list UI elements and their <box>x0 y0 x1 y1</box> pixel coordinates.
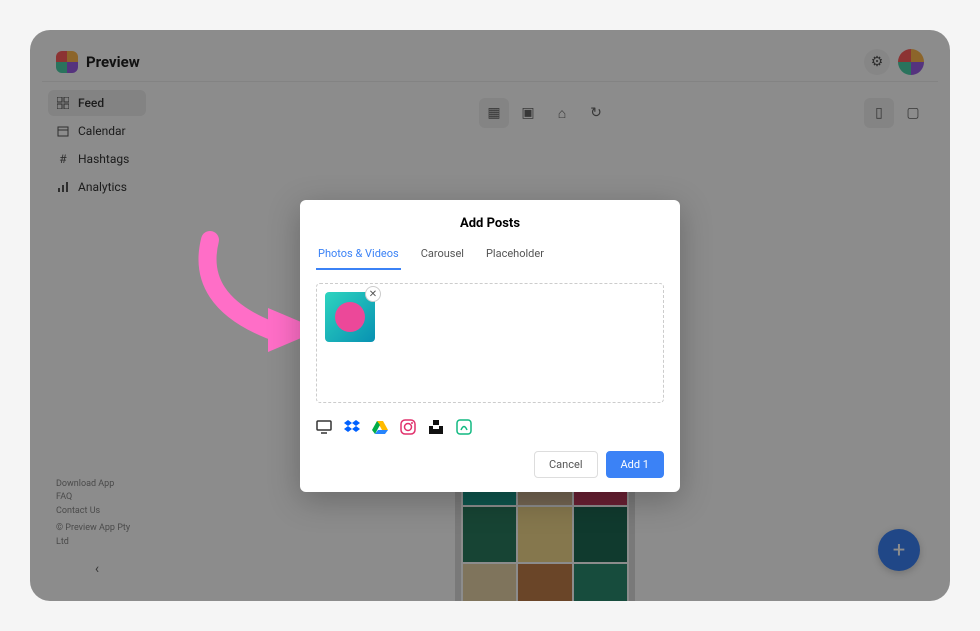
source-stock[interactable] <box>456 419 472 435</box>
tab-photos-videos[interactable]: Photos & Videos <box>316 241 401 270</box>
close-icon: ✕ <box>369 289 377 300</box>
upload-dropzone[interactable]: ✕ <box>316 283 664 403</box>
modal-actions: Cancel Add 1 <box>300 443 680 492</box>
upload-thumbnail[interactable]: ✕ <box>325 292 375 342</box>
source-dropbox[interactable] <box>344 419 360 435</box>
remove-thumbnail[interactable]: ✕ <box>365 286 381 302</box>
source-desktop[interactable] <box>316 419 332 435</box>
source-google-drive[interactable] <box>372 419 388 435</box>
upload-sources <box>300 413 680 443</box>
source-instagram[interactable] <box>400 419 416 435</box>
modal-title: Add Posts <box>300 200 680 241</box>
modal-tabs: Photos & Videos Carousel Placeholder <box>300 241 680 271</box>
cancel-button[interactable]: Cancel <box>534 451 597 478</box>
tab-carousel[interactable]: Carousel <box>419 241 466 270</box>
add-button[interactable]: Add 1 <box>606 451 665 478</box>
source-unsplash[interactable] <box>428 419 444 435</box>
tab-placeholder[interactable]: Placeholder <box>484 241 546 270</box>
add-posts-modal: Add Posts Photos & Videos Carousel Place… <box>300 200 680 492</box>
